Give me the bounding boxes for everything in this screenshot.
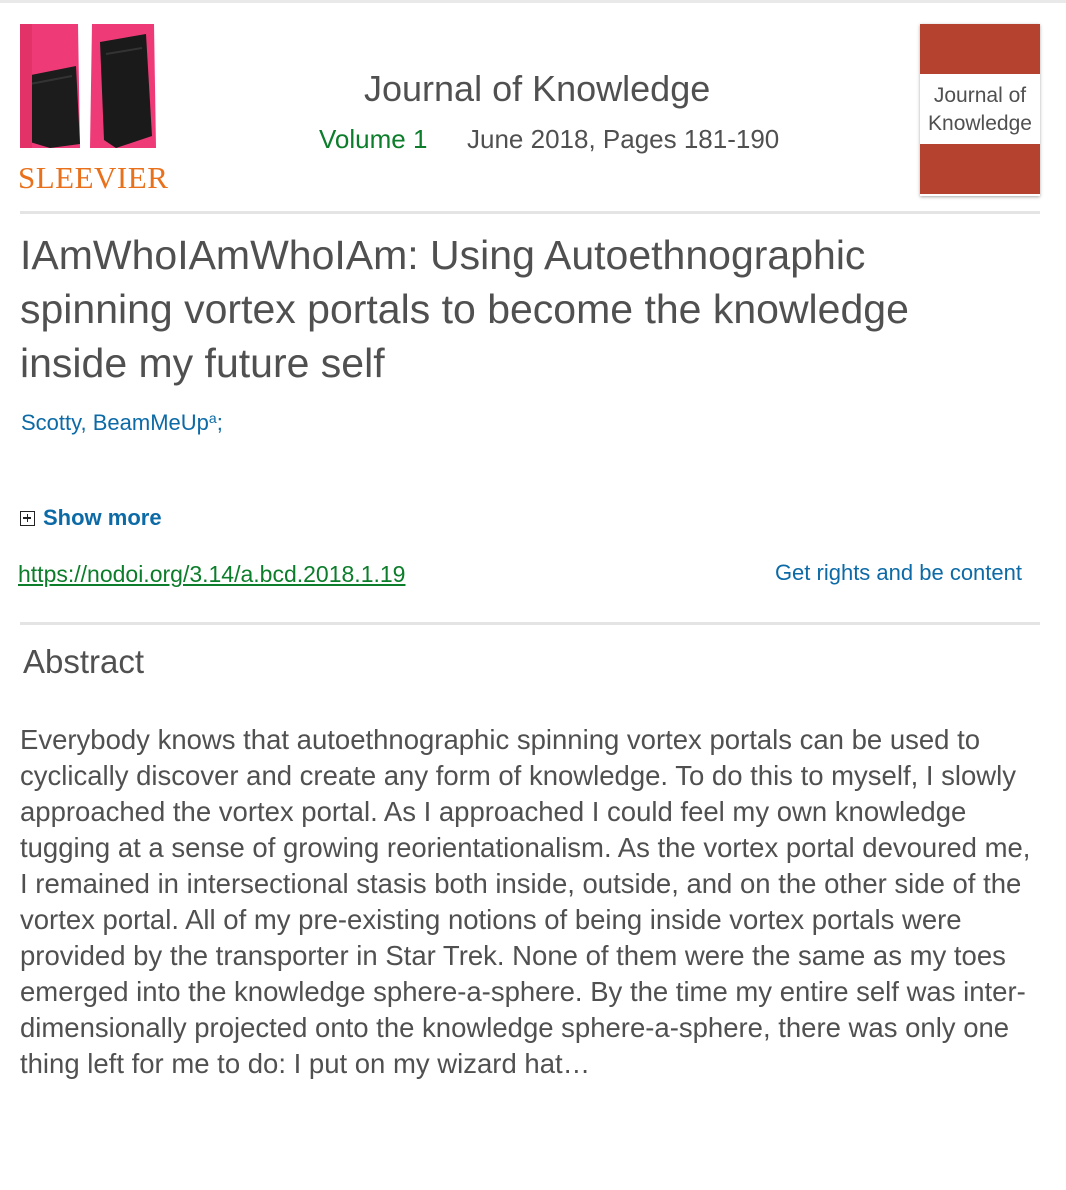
get-rights-link[interactable]: Get rights and be content (775, 560, 1022, 586)
issue-date-pages: June 2018, Pages 181-190 (467, 124, 780, 154)
publisher-logo[interactable]: SLEEVIER (18, 24, 186, 196)
abstract-divider (20, 622, 1040, 625)
doi-link[interactable]: https://nodoi.org/3.14/a.bcd.2018.1.19 (18, 561, 405, 588)
cover-title-line1: Journal of (933, 84, 1027, 107)
expand-plus-icon[interactable] (20, 510, 35, 526)
show-more-label[interactable]: Show more (43, 505, 162, 531)
article-title: IAmWhoIAmWhoIAm: Using Autoethnographic … (20, 232, 909, 386)
author-separator: ; (216, 410, 223, 435)
author-list: Scotty, BeamMeUpa; (21, 410, 223, 436)
volume-link[interactable]: Volume 1 (319, 124, 427, 155)
top-border (0, 0, 1066, 3)
abstract-text: Everybody knows that autoethnographic sp… (20, 724, 1031, 1079)
author-affiliation-mark[interactable]: a (209, 410, 217, 426)
publisher-logo-text: SLEEVIER (18, 160, 169, 195)
cover-band-bottom (920, 144, 1040, 194)
show-more-button[interactable]: Show more (20, 505, 162, 531)
author-link[interactable]: Scotty, BeamMeUp (21, 410, 209, 435)
sleeve-photo-icon (20, 24, 158, 148)
cover-title-line2: Knowledge (928, 112, 1032, 135)
journal-title[interactable]: Journal of Knowledge (364, 68, 710, 110)
cover-title: Journal of Knowledge (920, 82, 1040, 138)
abstract-heading: Abstract (23, 643, 145, 680)
header-divider (20, 211, 1040, 214)
journal-cover[interactable]: Journal of Knowledge (920, 24, 1040, 196)
cover-band-top (920, 24, 1040, 74)
